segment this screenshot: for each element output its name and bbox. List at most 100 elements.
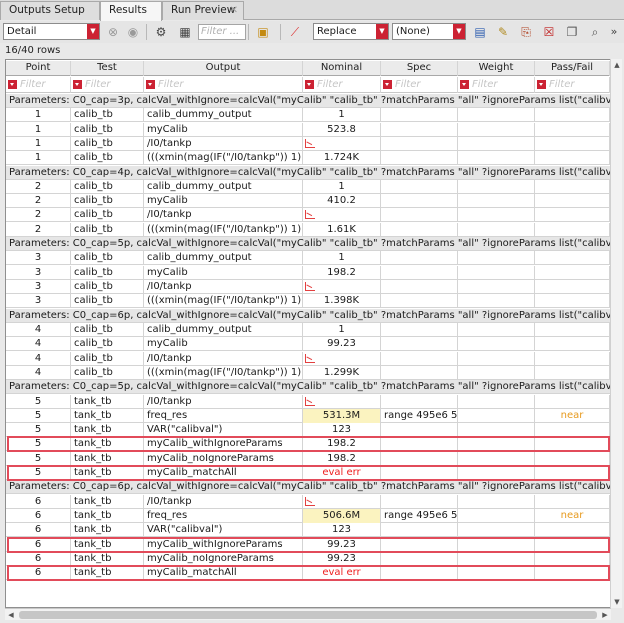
zoom-icon[interactable]: ⌕ <box>586 23 604 41</box>
filter-input-weight[interactable]: Filter <box>458 77 535 93</box>
vertical-scrollbar[interactable]: ▲ ▼ <box>610 59 622 608</box>
cell-nominal[interactable] <box>303 395 381 409</box>
column-header-output[interactable]: Output <box>144 61 303 76</box>
filter-input-output[interactable]: Filter <box>144 77 303 93</box>
filter-dropdown-icon[interactable] <box>305 80 314 89</box>
table-row[interactable]: 1 calib_tb calib_dummy_output 1 <box>6 108 610 122</box>
table-row[interactable]: 6 tank_tb myCalib_withIgnoreParams 99.23 <box>6 538 610 552</box>
filter-dropdown-icon[interactable] <box>73 80 82 89</box>
cell-test: calib_tb <box>71 366 144 380</box>
wave-icon[interactable] <box>305 497 315 506</box>
compare-icon[interactable]: ▤ <box>471 23 489 41</box>
table-row[interactable]: 4 calib_tb (((xmin(mag(IF("/I0/tankp")) 1)… <box>6 366 610 380</box>
edit-icon[interactable]: ✎ <box>494 23 512 41</box>
table-row[interactable]: 2 calib_tb/I0/tankp <box>6 208 610 222</box>
table-row[interactable]: 5 tank_tb myCalib_noIgnoreParams 198.2 <box>6 452 610 466</box>
tab-results[interactable]: Results <box>100 1 162 21</box>
table-row[interactable]: 5tank_tbfreq_res531.3Mrange 495e6 505e6 n… <box>6 409 610 423</box>
column-header-spec[interactable]: Spec <box>381 61 458 76</box>
table-row[interactable]: 1 calib_tb (((xmin(mag(IF("/I0/tankp")) 1)… <box>6 151 610 165</box>
horizontal-scrollbar[interactable]: ◀ ▶ <box>5 608 611 620</box>
column-header-test[interactable]: Test <box>71 61 144 76</box>
table-row[interactable]: 5 tank_tb myCalib_matchAll eval err <box>6 466 610 480</box>
stop-icon[interactable]: ⊗ <box>104 23 122 41</box>
column-header-passfail[interactable]: Pass/Fail <box>535 61 610 76</box>
filter-input-passfail[interactable]: Filter <box>535 77 610 93</box>
table-row[interactable]: 6tank_tbfreq_res506.6Mrange 495e6 505e6 n… <box>6 509 610 523</box>
cell-spec <box>381 180 458 194</box>
cell-test: tank_tb <box>71 423 144 437</box>
table-row[interactable]: 5 tank_tb/I0/tankp <box>6 395 610 409</box>
table-row[interactable]: 6 tank_tb myCalib_noIgnoreParams 99.23 <box>6 552 610 566</box>
tab-outputs-setup[interactable]: Outputs Setup <box>0 1 100 20</box>
cell-test: tank_tb <box>71 495 144 509</box>
table-row[interactable]: 5 tank_tb myCalib_withIgnoreParams 198.2 <box>6 437 610 451</box>
wave-icon[interactable] <box>305 354 315 363</box>
scroll-left-icon[interactable]: ◀ <box>5 609 17 621</box>
column-header-point[interactable]: Point <box>6 61 71 76</box>
toolbar-filter-input[interactable]: Filter ... <box>198 24 246 40</box>
run-icon[interactable]: ◉ <box>124 23 142 41</box>
tab-label: Results <box>109 4 147 16</box>
filter-placeholder: Filter <box>317 79 343 90</box>
table-row[interactable]: 2 calib_tb myCalib 410.2 <box>6 194 610 208</box>
none-select[interactable]: (None) ▼ <box>392 23 466 40</box>
cell-output: calib_dummy_output <box>144 180 303 194</box>
table-row[interactable]: 4 calib_tb myCalib 99.23 <box>6 337 610 351</box>
mode-select[interactable]: Replace ▼ <box>313 23 389 40</box>
view-select[interactable]: Detail ▼ <box>3 23 100 40</box>
calendar-icon[interactable]: ▦ <box>176 23 194 41</box>
filter-input-spec[interactable]: Filter <box>381 77 458 93</box>
column-header-nominal[interactable]: Nominal <box>303 61 381 76</box>
wave-icon[interactable] <box>305 210 315 219</box>
cell-nominal[interactable] <box>303 137 381 151</box>
close-icon[interactable]: ✕ <box>230 2 238 19</box>
filter-input-nominal[interactable]: Filter <box>303 77 381 93</box>
table-row[interactable]: 4 calib_tb calib_dummy_output 1 <box>6 323 610 337</box>
scroll-up-icon[interactable]: ▲ <box>611 59 623 71</box>
cell-spec <box>381 352 458 366</box>
cell-nominal[interactable] <box>303 280 381 294</box>
print-icon[interactable]: ▣ <box>254 23 272 41</box>
plot-icon[interactable]: ⟋ <box>286 23 304 41</box>
scroll-down-icon[interactable]: ▼ <box>611 596 623 608</box>
scroll-right-icon[interactable]: ▶ <box>599 609 611 621</box>
column-header-weight[interactable]: Weight <box>458 61 535 76</box>
wave-icon[interactable] <box>305 282 315 291</box>
table-row[interactable]: 1 calib_tb/I0/tankp <box>6 137 610 151</box>
cell-weight <box>458 409 535 423</box>
filter-dropdown-icon[interactable] <box>537 80 546 89</box>
cell-point: 2 <box>6 223 71 237</box>
filter-dropdown-icon[interactable] <box>383 80 392 89</box>
cell-nominal[interactable] <box>303 208 381 222</box>
filter-input-point[interactable]: Filter <box>6 77 71 93</box>
delete-icon[interactable]: ☒ <box>540 23 558 41</box>
filter-dropdown-icon[interactable] <box>460 80 469 89</box>
filter-dropdown-icon[interactable] <box>8 80 17 89</box>
table-row[interactable]: 3 calib_tb calib_dummy_output 1 <box>6 251 610 265</box>
table-row[interactable]: 3 calib_tb myCalib 198.2 <box>6 266 610 280</box>
table-row[interactable]: 4 calib_tb/I0/tankp <box>6 352 610 366</box>
table-row[interactable]: 2 calib_tb (((xmin(mag(IF("/I0/tankp")) 1)… <box>6 223 610 237</box>
cell-nominal[interactable] <box>303 495 381 509</box>
filter-dropdown-icon[interactable] <box>146 80 155 89</box>
table-row[interactable]: 6 tank_tb myCalib_matchAll eval err <box>6 566 610 580</box>
table-row[interactable]: 6 tank_tb/I0/tankp <box>6 495 610 509</box>
toolbar-overflow-button[interactable]: » <box>607 23 621 41</box>
table-row[interactable]: 6 tank_tb VAR("calibval") 123 <box>6 523 610 537</box>
table-row[interactable]: 3 calib_tb (((xmin(mag(IF("/I0/tankp")) 1)… <box>6 294 610 308</box>
wave-icon[interactable] <box>305 139 315 148</box>
copy-icon[interactable]: ❐ <box>563 23 581 41</box>
settings-icon[interactable]: ⚙ <box>152 23 170 41</box>
export-icon[interactable]: ⎘ <box>517 23 535 41</box>
filter-input-test[interactable]: Filter <box>71 77 144 93</box>
table-row[interactable]: 5 tank_tb VAR("calibval") 123 <box>6 423 610 437</box>
table-row[interactable]: 1 calib_tb myCalib 523.8 <box>6 123 610 137</box>
tab-run-preview[interactable]: Run Preview ✕ <box>162 1 244 20</box>
table-row[interactable]: 3 calib_tb/I0/tankp <box>6 280 610 294</box>
cell-nominal[interactable] <box>303 352 381 366</box>
table-row[interactable]: 2 calib_tb calib_dummy_output 1 <box>6 180 610 194</box>
wave-icon[interactable] <box>305 397 315 406</box>
cell-passfail <box>535 437 610 451</box>
scrollbar-thumb[interactable] <box>19 611 597 619</box>
